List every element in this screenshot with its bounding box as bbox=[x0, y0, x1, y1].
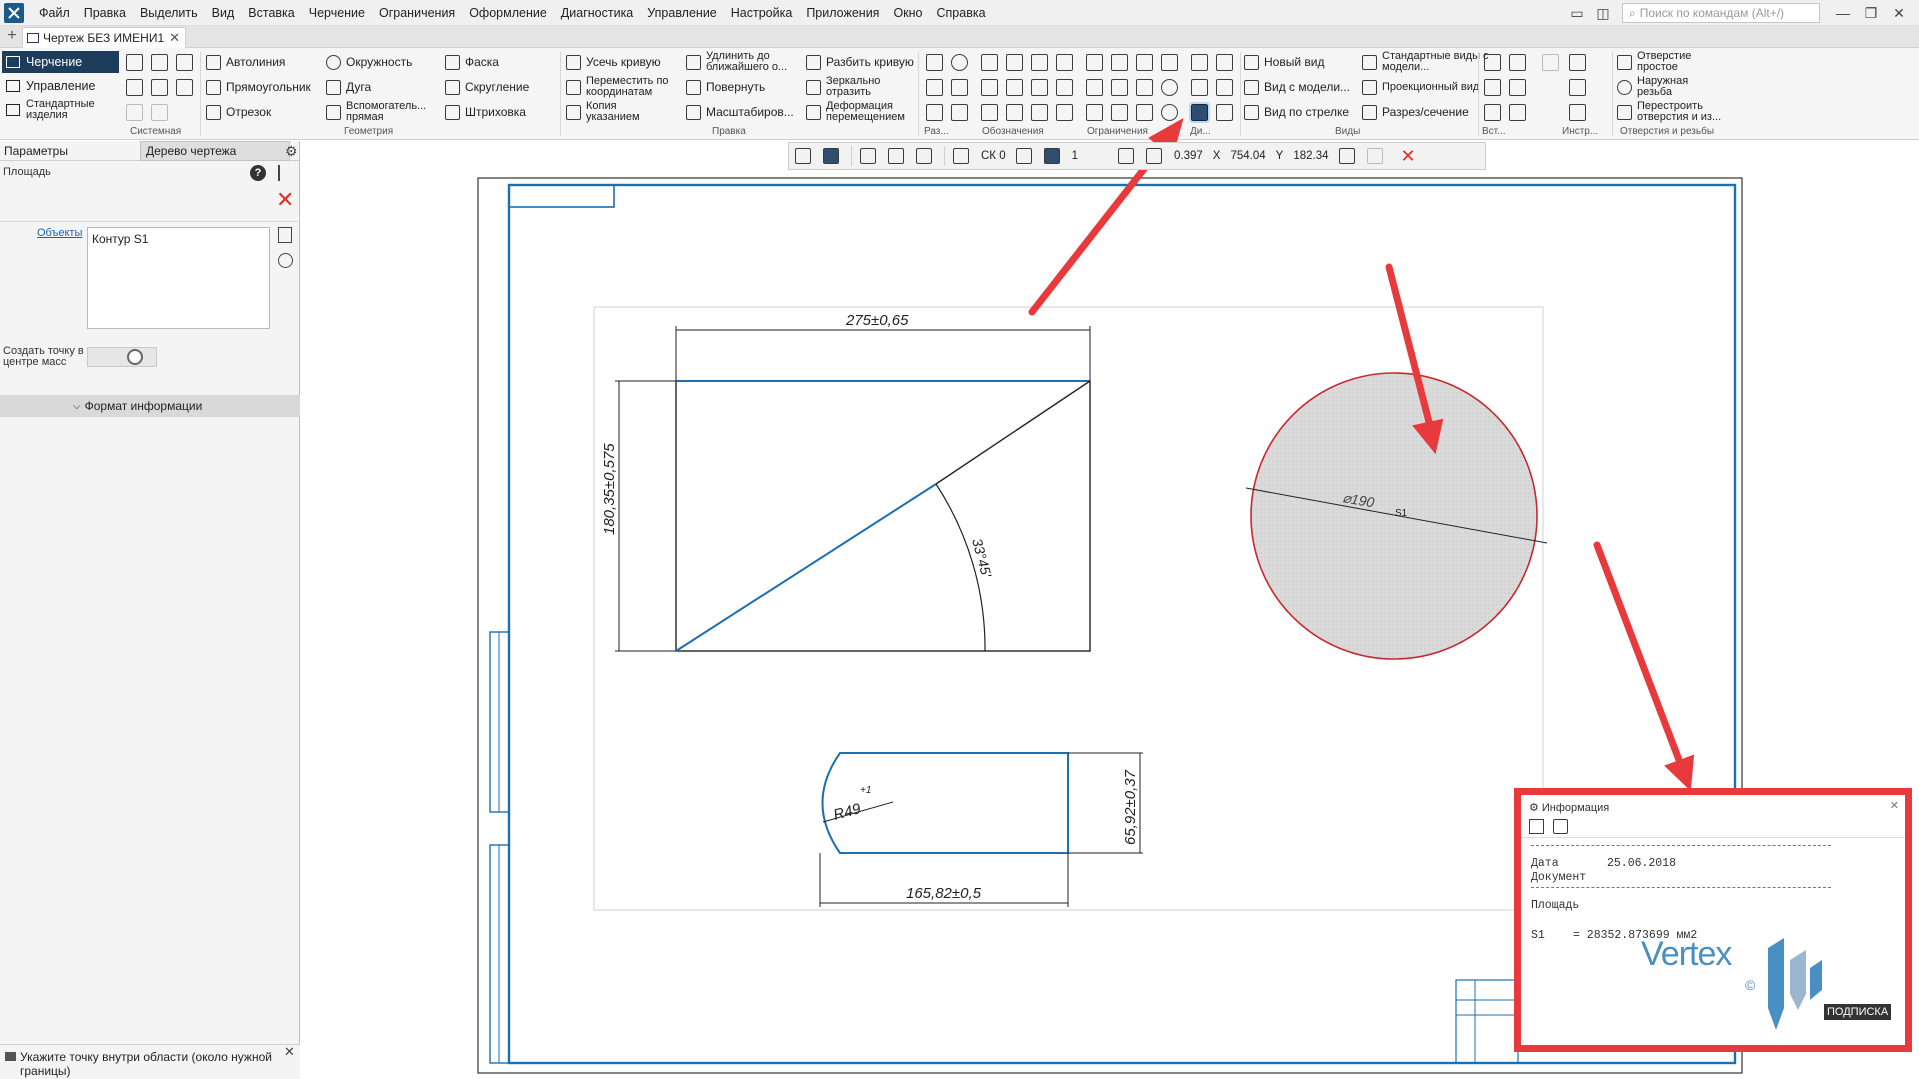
zoom-in-icon[interactable] bbox=[1146, 148, 1163, 164]
save-icon[interactable] bbox=[1529, 819, 1544, 834]
round-icon[interactable] bbox=[1043, 148, 1060, 164]
gear-icon: ⚙ bbox=[1529, 802, 1539, 814]
snap-mode-icon[interactable] bbox=[823, 148, 839, 164]
top-left-stamp bbox=[508, 184, 615, 208]
divider bbox=[1521, 837, 1905, 838]
date-value: 25.06.2018 bbox=[1607, 857, 1677, 870]
x-value[interactable]: 754.04 bbox=[1230, 150, 1265, 162]
x-label: X bbox=[1212, 150, 1221, 162]
pin-icon[interactable] bbox=[1366, 148, 1383, 164]
dim-angle-text: 33°45' bbox=[969, 537, 995, 580]
grip-icon[interactable] bbox=[795, 148, 811, 164]
diagonal-blue bbox=[675, 483, 937, 652]
circle-label: S1 bbox=[1395, 508, 1408, 519]
local-snap-icon[interactable] bbox=[888, 148, 904, 164]
slot-shape bbox=[821, 752, 1069, 854]
coord-system[interactable]: СК 0 bbox=[981, 150, 1006, 162]
separator bbox=[944, 146, 945, 166]
calculator-icon[interactable] bbox=[1338, 148, 1355, 164]
y-value[interactable]: 182.34 bbox=[1293, 150, 1328, 162]
subscription-badge: ПОДПИСКА bbox=[1824, 1004, 1892, 1020]
separator bbox=[851, 146, 852, 166]
vertex-logo-icon bbox=[1768, 938, 1822, 1030]
dash-separator bbox=[1531, 845, 1831, 846]
snap-toolbar: СК 0 1 0.397 X 754.04 Y 182.34 ✕ bbox=[788, 142, 1486, 170]
zoom-value[interactable]: 0.397 bbox=[1174, 150, 1203, 162]
dim-height-text: 65,92±0,37 bbox=[1122, 769, 1139, 845]
arrowhead bbox=[1664, 754, 1695, 792]
info-dialog-header: ⚙ Информация bbox=[1529, 801, 1610, 815]
selected-circle[interactable] bbox=[1250, 372, 1538, 660]
area-label: Площадь bbox=[1531, 899, 1580, 912]
ortho-icon[interactable] bbox=[860, 148, 876, 164]
dim-left-text: 180,35±0,575 bbox=[601, 443, 618, 535]
title-block bbox=[1455, 979, 1519, 1064]
close-dialog-icon[interactable]: ✕ bbox=[1890, 799, 1899, 812]
arrow-to-info bbox=[1593, 541, 1683, 764]
date-label: Дата bbox=[1531, 857, 1559, 870]
dim-width-text: 165,82±0,5 bbox=[906, 885, 982, 902]
dim-top-text: 275±0,65 bbox=[845, 312, 909, 329]
dash-separator bbox=[1531, 887, 1831, 888]
print-icon[interactable] bbox=[1553, 819, 1568, 834]
dim-radius-tol: +1 bbox=[860, 785, 871, 796]
registered-icon: © bbox=[1745, 977, 1756, 993]
grid-icon[interactable] bbox=[953, 148, 969, 164]
info-dialog-title: Информация bbox=[1541, 801, 1610, 814]
dim-radius-text: R49 bbox=[832, 800, 864, 824]
diagonal-black bbox=[935, 380, 1091, 485]
close-icon[interactable]: ✕ bbox=[1401, 146, 1416, 167]
zoom-icon[interactable] bbox=[1118, 148, 1135, 164]
document-label: Документ bbox=[1531, 871, 1587, 884]
step-value[interactable]: 1 bbox=[1072, 150, 1078, 162]
step-icon[interactable] bbox=[1015, 148, 1032, 164]
y-label: Y bbox=[1275, 150, 1284, 162]
arrow-to-area-tool bbox=[1028, 142, 1166, 316]
point-icon[interactable] bbox=[916, 148, 932, 164]
result-label: S1 bbox=[1531, 929, 1545, 942]
vertex-watermark: Vertex bbox=[1641, 935, 1732, 973]
